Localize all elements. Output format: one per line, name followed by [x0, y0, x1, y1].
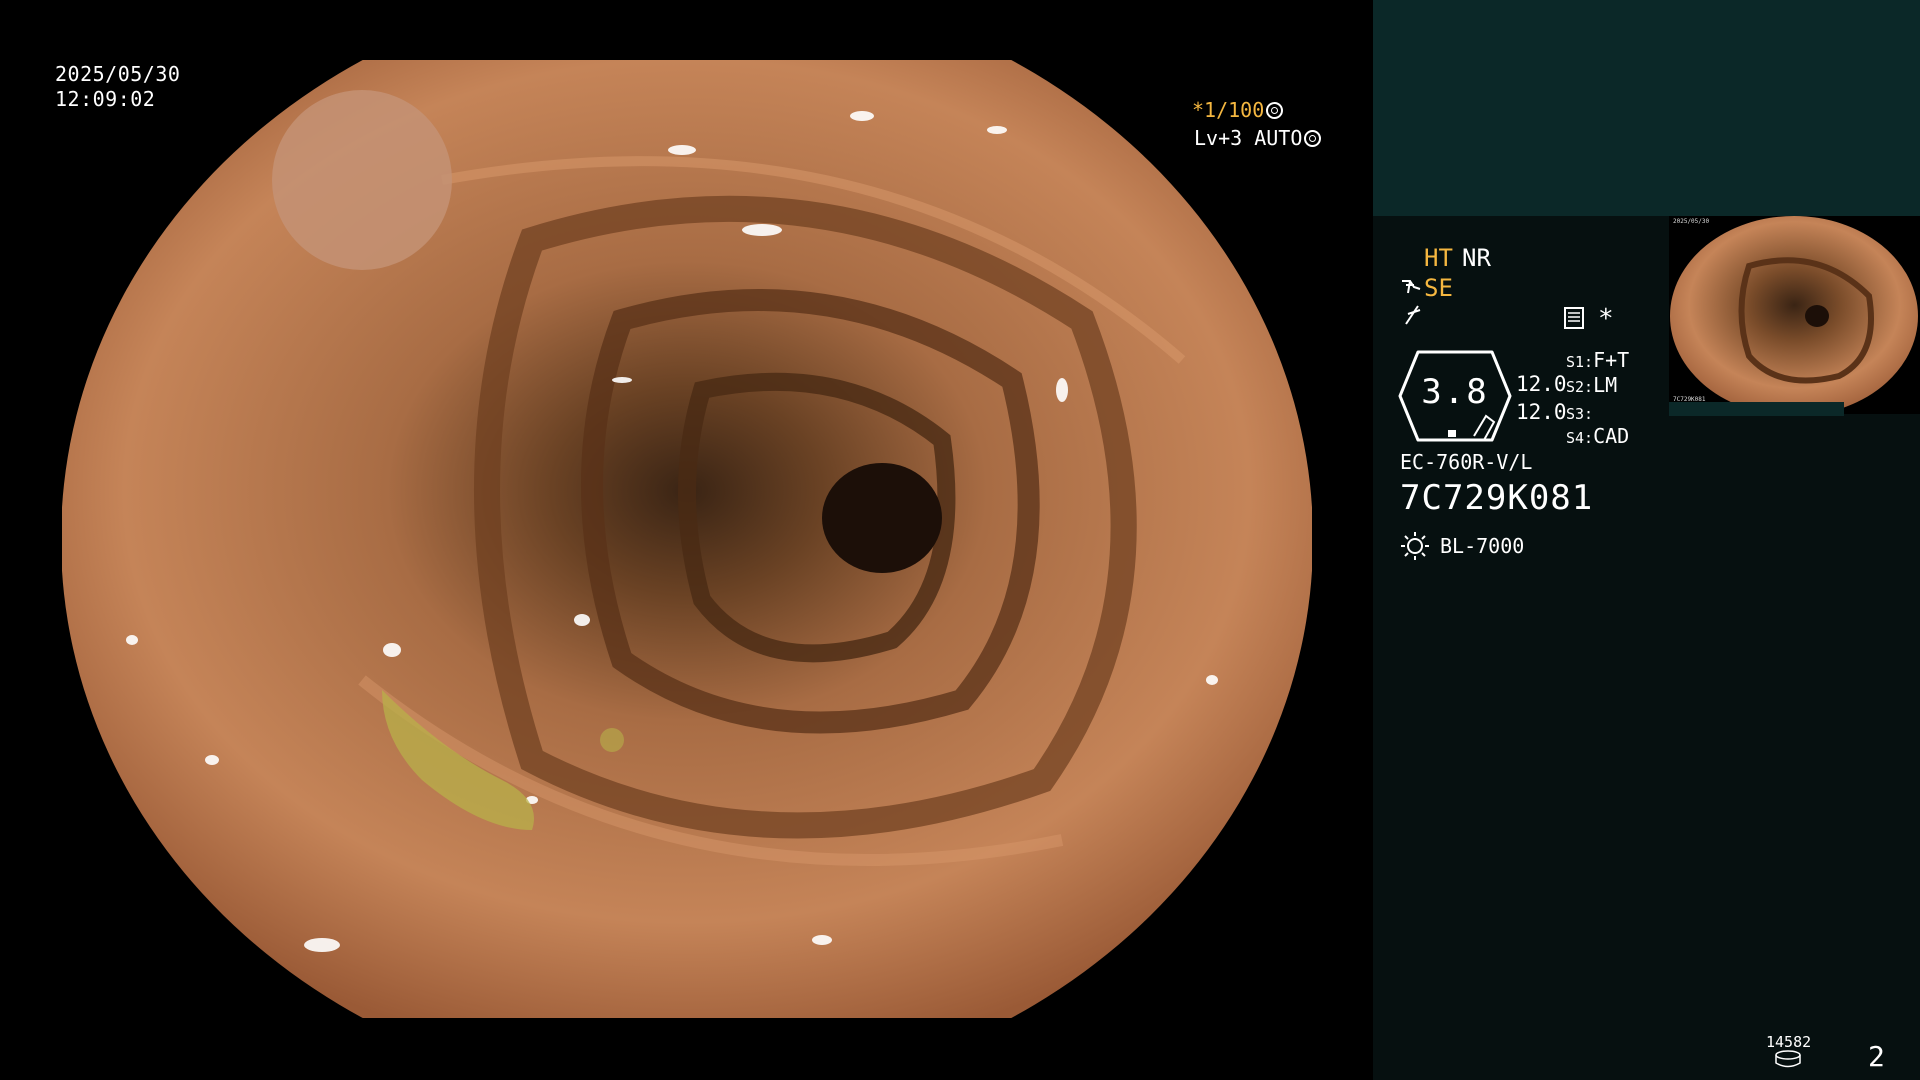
datetime: 2025/05/30 12:09:02	[55, 62, 180, 112]
page-number: 2	[1868, 1040, 1885, 1073]
light-source-icon	[1401, 532, 1429, 560]
gauge-value: 3.8	[1421, 372, 1489, 412]
level-text: Lv+3 AUTO	[1194, 126, 1303, 150]
ht-indicator: HT	[1424, 244, 1453, 272]
thumbnail-image	[1670, 216, 1918, 414]
setting-key: S4:	[1566, 429, 1594, 447]
reading-2: 12.0	[1516, 400, 1567, 424]
reading-1: 12.0	[1516, 372, 1567, 396]
endoscope-view	[62, 60, 1312, 1018]
image-count: 14582	[1766, 1033, 1812, 1051]
setting-value: LM	[1593, 373, 1618, 397]
setting-key: S3:	[1566, 405, 1594, 423]
shutter-prefix: *	[1192, 98, 1205, 122]
shutter-value: 1/100	[1204, 98, 1265, 122]
capture-thumbnail[interactable]: 2025/05/30 7C729K081	[1669, 216, 1920, 414]
setting-s3: S3:	[1566, 400, 1593, 424]
document-icon	[1564, 307, 1584, 329]
setting-key: S2:	[1566, 378, 1594, 396]
setting-value: F+T	[1593, 348, 1630, 372]
date-text: 2025/05/30	[55, 62, 181, 86]
shutter-icon	[1266, 102, 1284, 119]
time-text: 12:09:02	[55, 87, 156, 111]
slash-icon	[1405, 305, 1421, 325]
shutter-readout: *1/100	[1192, 98, 1284, 122]
star-indicator: *	[1598, 304, 1614, 334]
scope-model: EC-760R-V/L	[1400, 450, 1533, 474]
setting-s2: S2:LM	[1566, 373, 1617, 397]
auto-iris-icon	[1304, 130, 1322, 147]
scope-tip-icon	[1402, 280, 1421, 294]
setting-value: CAD	[1593, 424, 1630, 448]
setting-key: S1:	[1566, 353, 1594, 371]
se-indicator: SE	[1424, 274, 1453, 302]
setting-s1: S1:F+T	[1566, 348, 1629, 372]
thumbnail-date: 2025/05/30	[1673, 218, 1710, 225]
disk-icon	[1775, 1050, 1801, 1068]
exposure-level: Lv+3 AUTO	[1194, 126, 1322, 150]
light-source-label: BL-7000	[1440, 534, 1525, 558]
scope-serial: 7C729K081	[1400, 478, 1594, 518]
setting-s4: S4:CAD	[1566, 424, 1629, 448]
thumbnail-bar	[1669, 402, 1844, 416]
nr-indicator: NR	[1462, 244, 1491, 272]
info-panel-top	[1373, 0, 1920, 216]
